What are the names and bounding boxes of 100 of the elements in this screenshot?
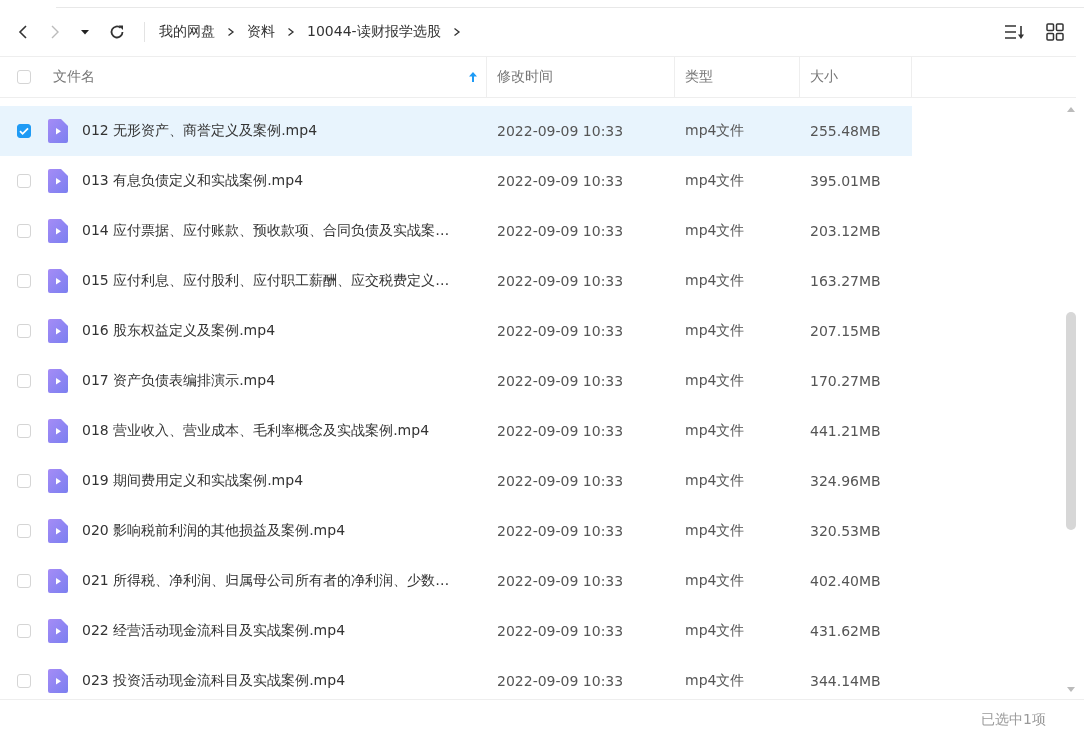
file-row[interactable]: 021 所得税、净利润、归属母公司所有者的净利润、少数… 2022-09-09 10:33 mp4文件 402.40MB bbox=[0, 556, 912, 606]
file-name: 014 应付票据、应付账款、预收款项、合同负债及实战案… bbox=[82, 222, 450, 240]
file-row[interactable]: 017 资产负债表编排演示.mp4 2022-09-09 10:33 mp4文件 170.27MB bbox=[0, 356, 912, 406]
checkbox[interactable] bbox=[17, 124, 31, 138]
chevron-icon bbox=[287, 27, 295, 37]
file-row[interactable]: 012 无形资产、商誉定义及案例.mp4 2022-09-09 10:33 mp4文件 255.48MB bbox=[0, 106, 912, 156]
scroll-down-icon[interactable] bbox=[1066, 685, 1076, 693]
file-name: 015 应付利息、应付股利、应付职工薪酬、应交税费定义… bbox=[82, 272, 450, 290]
file-row[interactable]: 016 股东权益定义及案例.mp4 2022-09-09 10:33 mp4文件 207.15MB bbox=[0, 306, 912, 356]
file-size: 170.27MB bbox=[809, 373, 882, 389]
checkbox[interactable] bbox=[17, 624, 31, 638]
video-file-icon bbox=[48, 419, 68, 443]
file-type: mp4文件 bbox=[684, 622, 746, 640]
checkbox[interactable] bbox=[17, 424, 31, 438]
file-type: mp4文件 bbox=[684, 472, 746, 490]
file-size: 203.12MB bbox=[809, 223, 882, 239]
checkbox[interactable] bbox=[17, 574, 31, 588]
file-name: 016 股东权益定义及案例.mp4 bbox=[82, 322, 276, 340]
file-row[interactable]: 013 有息负债定义和实战案例.mp4 2022-09-09 10:33 mp4文件 395.01MB bbox=[0, 156, 912, 206]
checkbox[interactable] bbox=[17, 524, 31, 538]
video-file-icon bbox=[48, 319, 68, 343]
chevron-icon bbox=[227, 27, 235, 37]
column-header[interactable]: 大小 bbox=[810, 68, 838, 86]
modified-time: 2022-09-09 10:33 bbox=[496, 173, 625, 189]
modified-time: 2022-09-09 10:33 bbox=[496, 423, 625, 439]
video-file-icon bbox=[48, 469, 68, 493]
grid-view-button[interactable] bbox=[1044, 21, 1066, 43]
file-type: mp4文件 bbox=[684, 272, 746, 290]
grid-view-icon bbox=[1046, 23, 1064, 41]
file-size: 402.40MB bbox=[809, 573, 882, 589]
file-size: 395.01MB bbox=[809, 173, 882, 189]
file-type: mp4文件 bbox=[684, 322, 746, 340]
file-size: 207.15MB bbox=[809, 323, 882, 339]
modified-time: 2022-09-09 10:33 bbox=[496, 523, 625, 539]
checkbox[interactable] bbox=[17, 224, 31, 238]
file-size: 163.27MB bbox=[809, 273, 882, 289]
file-name: 022 经营活动现金流科目及实战案例.mp4 bbox=[82, 622, 346, 640]
video-file-icon bbox=[48, 569, 68, 593]
column-header[interactable]: 类型 bbox=[685, 68, 713, 86]
file-row[interactable]: 019 期间费用定义和实战案例.mp4 2022-09-09 10:33 mp4文件 324.96MB bbox=[0, 456, 912, 506]
file-name: 021 所得税、净利润、归属母公司所有者的净利润、少数… bbox=[82, 572, 450, 590]
modified-time: 2022-09-09 10:33 bbox=[496, 573, 625, 589]
modified-time: 2022-09-09 10:33 bbox=[496, 373, 625, 389]
video-file-icon bbox=[48, 369, 68, 393]
file-name: 023 投资活动现金流科目及实战案例.mp4 bbox=[82, 672, 346, 690]
file-name: 019 期间费用定义和实战案例.mp4 bbox=[82, 472, 304, 490]
file-type: mp4文件 bbox=[684, 122, 746, 140]
checkbox[interactable] bbox=[17, 274, 31, 288]
modified-time: 2022-09-09 10:33 bbox=[496, 323, 625, 339]
file-name: 018 营业收入、营业成本、毛利率概念及实战案例.mp4 bbox=[82, 422, 430, 440]
video-file-icon bbox=[48, 519, 68, 543]
file-row[interactable]: 023 投资活动现金流科目及实战案例.mp4 2022-09-09 10:33 mp4文件 344.14MB bbox=[0, 656, 912, 706]
checkbox[interactable] bbox=[17, 174, 31, 188]
chevron-icon bbox=[452, 27, 461, 37]
file-type: mp4文件 bbox=[684, 222, 746, 240]
file-row[interactable]: 015 应付利息、应付股利、应付职工薪酬、应交税费定义… 2022-09-09 10:33 mp4文件 163.27MB bbox=[0, 256, 912, 306]
file-type: mp4文件 bbox=[684, 172, 746, 190]
column-header[interactable]: 文件名 bbox=[53, 68, 95, 86]
video-file-icon bbox=[48, 269, 68, 293]
video-file-icon bbox=[48, 669, 68, 693]
modified-time: 2022-09-09 10:33 bbox=[496, 673, 625, 689]
file-name: 013 有息负债定义和实战案例.mp4 bbox=[82, 172, 304, 190]
modified-time: 2022-09-09 10:33 bbox=[496, 623, 625, 639]
file-name: 020 影响税前利润的其他损益及案例.mp4 bbox=[82, 522, 346, 540]
file-size: 441.21MB bbox=[809, 423, 882, 439]
checkbox[interactable] bbox=[17, 324, 31, 338]
scrollbar-thumb[interactable] bbox=[1066, 312, 1076, 530]
video-file-icon bbox=[48, 119, 68, 143]
caret-icon bbox=[80, 28, 90, 36]
file-type: mp4文件 bbox=[684, 422, 746, 440]
breadcrumb-item[interactable]: 资料 bbox=[247, 23, 275, 41]
checkbox[interactable] bbox=[17, 474, 31, 488]
checkbox[interactable] bbox=[17, 374, 31, 388]
file-row[interactable]: 014 应付票据、应付账款、预收款项、合同负债及实战案… 2022-09-09 10:33 mp4文件 203.12MB bbox=[0, 206, 912, 256]
file-name: 012 无形资产、商誉定义及案例.mp4 bbox=[82, 122, 318, 140]
file-size: 344.14MB bbox=[809, 673, 882, 689]
checkbox[interactable] bbox=[17, 70, 31, 84]
scroll-up-icon[interactable] bbox=[1066, 106, 1076, 114]
file-size: 255.48MB bbox=[809, 123, 882, 139]
column-header[interactable]: 修改时间 bbox=[497, 68, 553, 86]
modified-time: 2022-09-09 10:33 bbox=[496, 123, 625, 139]
file-type: mp4文件 bbox=[684, 672, 746, 690]
checkbox[interactable] bbox=[17, 674, 31, 688]
video-file-icon bbox=[48, 219, 68, 243]
file-name: 017 资产负债表编排演示.mp4 bbox=[82, 372, 276, 390]
file-row[interactable]: 022 经营活动现金流科目及实战案例.mp4 2022-09-09 10:33 mp4文件 431.62MB bbox=[0, 606, 912, 656]
back-icon bbox=[16, 24, 30, 40]
file-size: 320.53MB bbox=[809, 523, 882, 539]
breadcrumb-item[interactable]: 我的网盘 bbox=[159, 23, 215, 41]
sort-icon bbox=[1004, 23, 1026, 41]
file-size: 324.96MB bbox=[809, 473, 882, 489]
file-type: mp4文件 bbox=[684, 372, 746, 390]
file-size: 431.62MB bbox=[809, 623, 882, 639]
modified-time: 2022-09-09 10:33 bbox=[496, 223, 625, 239]
file-row[interactable]: 018 营业收入、营业成本、毛利率概念及实战案例.mp4 2022-09-09 10:33 mp4文件 441.21MB bbox=[0, 406, 912, 456]
file-row[interactable]: 020 影响税前利润的其他损益及案例.mp4 2022-09-09 10:33 mp4文件 320.53MB bbox=[0, 506, 912, 556]
selection-status: 已选中1项 bbox=[981, 711, 1046, 729]
breadcrumb-item[interactable]: 10044-读财报学选股 bbox=[307, 23, 441, 41]
file-type: mp4文件 bbox=[684, 522, 746, 540]
modified-time: 2022-09-09 10:33 bbox=[496, 273, 625, 289]
